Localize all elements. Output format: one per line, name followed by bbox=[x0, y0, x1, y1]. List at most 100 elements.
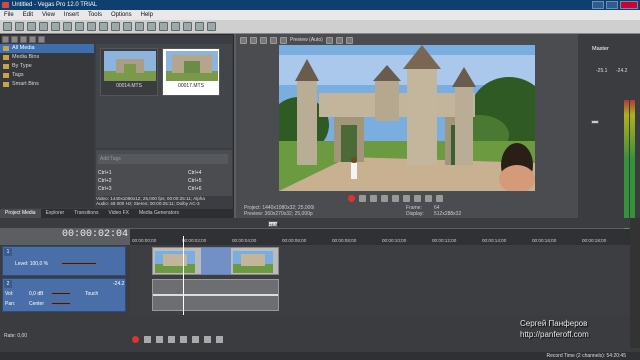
play-from-start-icon[interactable] bbox=[370, 194, 377, 202]
level-label: Level: 100,0 % bbox=[15, 261, 49, 267]
go-to-end-icon[interactable] bbox=[436, 194, 443, 202]
remove-icon[interactable] bbox=[29, 36, 36, 43]
copy-snapshot-icon[interactable] bbox=[335, 36, 343, 44]
media-thumb-00017[interactable]: 00017.MTS bbox=[162, 48, 220, 96]
volume-slider[interactable] bbox=[51, 292, 71, 295]
menu-view[interactable]: View bbox=[42, 10, 55, 20]
play-from-start-icon[interactable] bbox=[156, 336, 163, 343]
prev-frame-icon[interactable] bbox=[414, 194, 421, 202]
window-title: Untitled - Vegas Pro 12.0 TRIAL bbox=[12, 2, 98, 8]
play-icon[interactable] bbox=[168, 336, 175, 343]
menu-file[interactable]: File bbox=[4, 10, 14, 20]
help-icon[interactable] bbox=[207, 22, 216, 31]
go-to-start-icon[interactable] bbox=[204, 336, 211, 343]
save-icon[interactable] bbox=[27, 22, 36, 31]
copy-icon[interactable] bbox=[75, 22, 84, 31]
thumb-label: 00014.MTS bbox=[116, 83, 142, 89]
track-number: 2 bbox=[4, 280, 12, 288]
tab-media-generators[interactable]: Media Generators bbox=[134, 209, 184, 218]
next-frame-icon[interactable] bbox=[425, 194, 432, 202]
external-monitor-icon[interactable] bbox=[250, 36, 257, 44]
ruler-tick: 00:00:00;00 bbox=[132, 238, 157, 243]
close-button[interactable] bbox=[620, 1, 638, 9]
timeline-scrollbar[interactable] bbox=[630, 218, 640, 348]
maximize-button[interactable] bbox=[606, 1, 618, 9]
paste-icon[interactable] bbox=[87, 22, 96, 31]
tab-explorer[interactable]: Explorer bbox=[41, 209, 70, 218]
play-icon[interactable] bbox=[381, 194, 388, 202]
level-slider[interactable] bbox=[61, 262, 97, 265]
new-project-icon[interactable] bbox=[3, 22, 12, 31]
media-thumb-00014[interactable]: 00014.MTS bbox=[100, 48, 158, 96]
properties-icon[interactable] bbox=[39, 22, 48, 31]
pause-icon[interactable] bbox=[180, 336, 187, 343]
ruler-tick: 00:00:04;00 bbox=[232, 238, 257, 243]
go-to-end-icon[interactable] bbox=[216, 336, 223, 343]
ruler-tick: 00:00:06;00 bbox=[282, 238, 307, 243]
tab-project-media[interactable]: Project Media bbox=[0, 209, 41, 218]
tab-video-fx[interactable]: Video FX bbox=[103, 209, 133, 218]
playback-rate-marker[interactable]: +4.00 bbox=[268, 221, 279, 227]
tree-item-by-type[interactable]: By Type bbox=[0, 62, 94, 71]
normal-edit-tool-icon[interactable] bbox=[159, 22, 168, 31]
auto-ripple-icon[interactable] bbox=[135, 22, 144, 31]
snap-icon[interactable] bbox=[123, 22, 132, 31]
split-screen-icon[interactable] bbox=[270, 36, 277, 44]
tree-item-smart-bins[interactable]: Smart Bins bbox=[0, 80, 94, 89]
preview-fx-icon[interactable] bbox=[260, 36, 267, 44]
lock-envelopes-icon[interactable] bbox=[147, 22, 156, 31]
cut-icon[interactable] bbox=[63, 22, 72, 31]
track-db: -24.2 bbox=[113, 281, 125, 287]
tags-input[interactable]: Add Tags bbox=[98, 154, 228, 164]
render-icon[interactable] bbox=[51, 22, 60, 31]
redo-icon[interactable] bbox=[111, 22, 120, 31]
tree-item-media-bins[interactable]: Media Bins bbox=[0, 53, 94, 62]
tree-item-all-media[interactable]: All Media bbox=[0, 44, 94, 53]
preview-quality-dropdown[interactable]: Preview (Auto) bbox=[290, 37, 323, 43]
timeline-ruler[interactable]: 00:00:00;00 00:00:02;00 00:00:04;00 00:0… bbox=[130, 229, 630, 245]
minimize-button[interactable] bbox=[592, 1, 604, 9]
pan-slider[interactable] bbox=[51, 302, 71, 305]
docking-tabs: Project Media Explorer Transitions Video… bbox=[0, 209, 234, 218]
import-media-icon[interactable] bbox=[2, 36, 9, 43]
zoom-tool-icon[interactable] bbox=[195, 22, 204, 31]
record-icon[interactable] bbox=[132, 336, 139, 343]
preview-info-line: Preview: 360x270x32; 25,000p bbox=[244, 211, 313, 217]
shortcut-6: Ctrl+6 bbox=[188, 186, 202, 192]
open-icon[interactable] bbox=[15, 22, 24, 31]
pause-icon[interactable] bbox=[392, 194, 399, 202]
tab-transitions[interactable]: Transitions bbox=[69, 209, 103, 218]
media-tags-panel: Add Tags Ctrl+1 Ctrl+2 Ctrl+3 Ctrl+4 Ctr… bbox=[96, 150, 232, 196]
master-title: Master bbox=[592, 46, 609, 52]
preview-quality-icon[interactable] bbox=[280, 36, 287, 44]
envelope-tool-icon[interactable] bbox=[171, 22, 180, 31]
stop-icon[interactable] bbox=[403, 194, 410, 202]
tree-item-tags[interactable]: Tags bbox=[0, 71, 94, 80]
video-track-header[interactable]: 1 Level: 100,0 % bbox=[2, 246, 126, 276]
audio-event[interactable] bbox=[152, 279, 279, 311]
automation-mode[interactable]: Touch bbox=[85, 291, 98, 297]
selection-tool-icon[interactable] bbox=[183, 22, 192, 31]
master-fader[interactable] bbox=[591, 120, 599, 124]
get-media-icon[interactable] bbox=[20, 36, 27, 43]
capture-icon[interactable] bbox=[11, 36, 18, 43]
menu-options[interactable]: Options bbox=[111, 10, 132, 20]
menu-insert[interactable]: Insert bbox=[64, 10, 79, 20]
timeline-transport bbox=[132, 336, 223, 343]
menu-help[interactable]: Help bbox=[141, 10, 153, 20]
audio-info: Audio: 48 000 Hz; Stereo; 00:00:25:11; D… bbox=[96, 201, 200, 206]
overlays-icon[interactable] bbox=[325, 36, 333, 44]
save-snapshot-icon[interactable] bbox=[345, 36, 353, 44]
watermark-url: http://panferoff.com bbox=[520, 330, 589, 339]
media-bin-tree: All Media Media Bins By Type Tags Smart … bbox=[0, 44, 94, 208]
media-fx-icon[interactable] bbox=[38, 36, 45, 43]
audio-track-header[interactable]: 2 Vol: 0,0 dB Touch Pan: Center -24.2 bbox=[2, 278, 126, 312]
undo-icon[interactable] bbox=[99, 22, 108, 31]
menu-tools[interactable]: Tools bbox=[88, 10, 102, 20]
project-properties-icon[interactable] bbox=[240, 36, 247, 44]
loop-icon[interactable] bbox=[144, 336, 151, 343]
loop-icon[interactable] bbox=[359, 194, 366, 202]
record-icon[interactable] bbox=[348, 194, 355, 202]
stop-icon[interactable] bbox=[192, 336, 199, 343]
menu-edit[interactable]: Edit bbox=[23, 10, 33, 20]
